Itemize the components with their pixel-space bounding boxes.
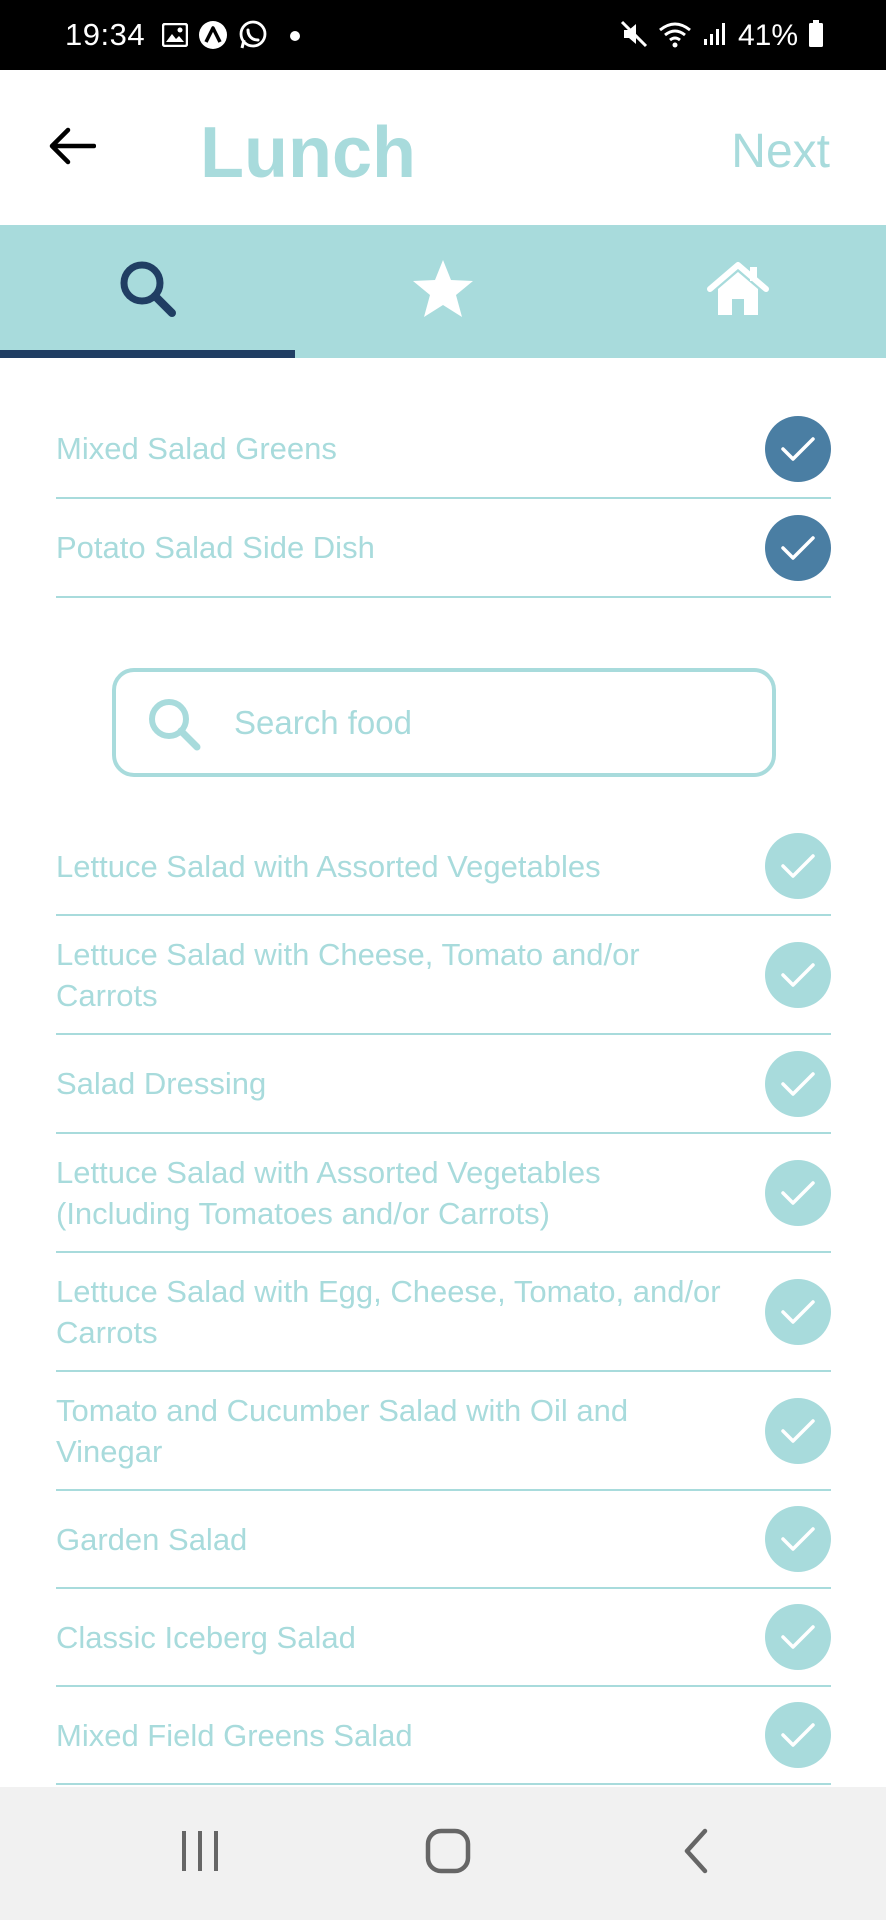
food-result-row[interactable]: Classic Iceberg Salad <box>56 1589 831 1687</box>
app-header: Lunch Next <box>0 70 886 225</box>
check-circle-icon[interactable] <box>765 1506 831 1572</box>
wifi-icon <box>658 20 692 53</box>
food-label: Lettuce Salad with Cheese, Tomato and/or… <box>56 936 640 1013</box>
selected-food-list: Mixed Salad Greens Potato Salad Side Dis… <box>56 400 831 598</box>
food-label: Lettuce Salad with Assorted Vegetables (… <box>56 1154 601 1231</box>
image-icon <box>161 22 189 52</box>
signal-icon <box>702 21 728 52</box>
home-icon <box>706 261 770 322</box>
recents-icon <box>178 1829 222 1878</box>
status-time: 19:34 <box>65 17 146 52</box>
check-circle-icon[interactable] <box>765 1604 831 1670</box>
search-icon <box>116 257 180 326</box>
status-left-icons <box>161 20 300 55</box>
back-button[interactable] <box>42 118 102 178</box>
check-circle-icon[interactable] <box>765 415 831 482</box>
food-result-row[interactable]: Lettuce Salad with Assorted Vegetables (… <box>56 1134 831 1253</box>
screen: 19:34 41% Lunch Next Mixed Salad Greens … <box>0 0 886 1920</box>
check-circle-icon[interactable] <box>765 833 831 899</box>
food-label: Garden Salad <box>56 1521 248 1557</box>
tab-search[interactable] <box>0 225 295 358</box>
search-icon <box>144 694 204 754</box>
page-title: Lunch <box>200 113 416 193</box>
whatsapp-icon <box>238 20 268 55</box>
food-label: Mixed Field Greens Salad <box>56 1717 413 1753</box>
food-label: Potato Salad Side Dish <box>56 530 375 565</box>
food-label: Classic Iceberg Salad <box>56 1619 356 1655</box>
check-circle-icon[interactable] <box>765 1159 831 1226</box>
food-result-row[interactable]: Lettuce Salad with Cheese, Tomato and/or… <box>56 916 831 1035</box>
active-tab-indicator <box>0 350 295 358</box>
food-label: Lettuce Salad with Egg, Cheese, Tomato, … <box>56 1273 721 1350</box>
food-label: Tomato and Cucumber Salad with Oil and V… <box>56 1392 629 1469</box>
search-results-list: Lettuce Salad with Assorted Vegetables L… <box>56 818 831 1785</box>
food-result-row[interactable]: Lettuce Salad with Egg, Cheese, Tomato, … <box>56 1253 831 1372</box>
search-box[interactable] <box>112 668 776 777</box>
check-circle-icon[interactable] <box>765 1397 831 1464</box>
status-right-icons: 41% <box>620 18 824 54</box>
a-circle-icon <box>198 20 228 55</box>
tab-favorites[interactable] <box>295 225 590 358</box>
food-result-row[interactable]: Salad Dressing <box>56 1035 831 1134</box>
check-circle-icon[interactable] <box>765 1278 831 1345</box>
food-label: Lettuce Salad with Assorted Vegetables <box>56 848 601 884</box>
back-nav-button[interactable] <box>636 1787 756 1920</box>
tab-home[interactable] <box>590 225 886 358</box>
home-nav-button[interactable] <box>388 1787 508 1920</box>
check-circle-icon[interactable] <box>765 1050 831 1117</box>
back-arrow-icon <box>48 126 97 171</box>
food-result-row[interactable]: Garden Salad <box>56 1491 831 1589</box>
food-result-row[interactable]: Mixed Field Greens Salad <box>56 1687 831 1785</box>
next-button[interactable]: Next <box>731 124 830 179</box>
dot-icon <box>290 28 300 46</box>
food-label: Mixed Salad Greens <box>56 431 337 466</box>
battery-percent: 41% <box>737 19 798 52</box>
food-result-row[interactable]: Tomato and Cucumber Salad with Oil and V… <box>56 1372 831 1491</box>
recents-button[interactable] <box>140 1787 260 1920</box>
check-circle-icon[interactable] <box>765 1702 831 1768</box>
selected-food-row[interactable]: Potato Salad Side Dish <box>56 499 831 598</box>
home-circle-icon <box>424 1827 472 1880</box>
back-chevron-icon <box>681 1828 711 1879</box>
battery-icon <box>808 19 824 53</box>
tab-bar <box>0 225 886 358</box>
search-input[interactable] <box>234 692 754 754</box>
check-circle-icon[interactable] <box>765 941 831 1008</box>
system-nav-bar <box>0 1787 886 1920</box>
status-bar: 19:34 41% <box>0 0 886 70</box>
food-label: Salad Dressing <box>56 1066 267 1101</box>
check-circle-icon[interactable] <box>765 514 831 581</box>
food-result-row[interactable]: Lettuce Salad with Assorted Vegetables <box>56 818 831 916</box>
selected-food-row[interactable]: Mixed Salad Greens <box>56 400 831 499</box>
mute-icon <box>620 20 648 53</box>
star-icon <box>411 258 475 325</box>
